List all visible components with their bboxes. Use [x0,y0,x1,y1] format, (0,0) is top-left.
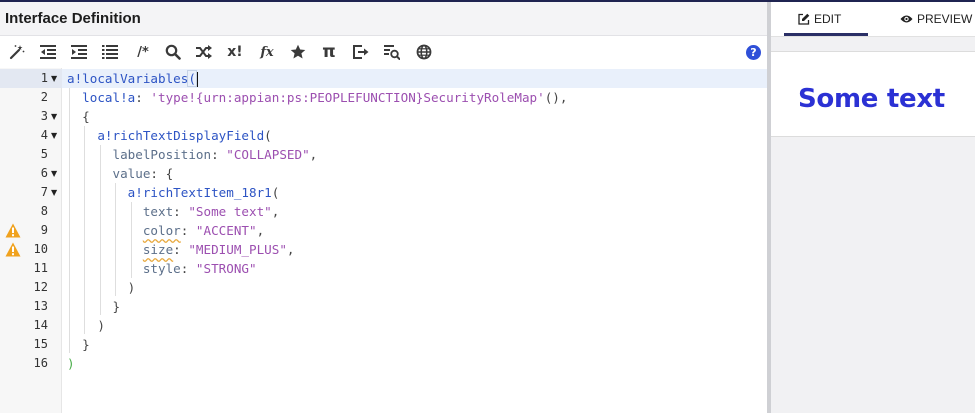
code-line-12: ) [127,280,136,295]
line-number: 4 [40,128,48,142]
line-number: 2 [40,90,48,104]
code-line-1: a!localVariables( [67,70,198,87]
line-number: 14 [33,318,48,332]
tab-preview[interactable]: PREVIEW [900,2,972,36]
align-lines-icon[interactable] [100,42,120,62]
outdent-icon[interactable] [38,42,58,62]
panel-title: Interface Definition [5,10,141,27]
fold-toggle-icon[interactable]: ▼ [51,183,61,202]
interface-definition-panel: Interface Definition /* x! fx π ? 1 2 3 … [0,2,767,413]
preview-rich-text: Some text [798,84,945,114]
code-line-7: a!richTextItem_18r1( [127,185,280,200]
code-line-8: text: "Some text", [142,204,280,219]
line-number: 6 [40,166,48,180]
query-icon[interactable] [382,42,402,62]
code-editor[interactable]: 1 2 3 4 5 6 7 8 9 10 11 12 13 14 15 16 ▼… [0,68,767,413]
code-line-14: ) [97,318,105,333]
shuffle-icon[interactable] [194,42,214,62]
help-icon[interactable]: ? [746,45,761,60]
tab-edit[interactable]: EDIT [798,2,841,36]
code-line-2: local!a: 'type!{urn:appian:ps:PEOPLEFUNC… [82,90,568,105]
editor-toolbar: /* x! fx π ? [0,37,767,68]
code-line-4: a!richTextDisplayField( [97,128,272,143]
code-line-16: ) [67,356,75,371]
line-number: 12 [33,280,48,294]
preview-card: Some text [771,51,975,137]
code-line-9: color: "ACCENT", [142,223,265,238]
tab-edit-label: EDIT [814,12,842,26]
line-number: 15 [33,337,48,351]
code-line-13: } [112,299,121,314]
star-icon[interactable] [288,42,308,62]
line-number: 3 [40,109,48,123]
panel-header: Interface Definition [0,2,767,36]
line-number: 11 [33,261,48,275]
view-tabs: EDIT PREVIEW [771,2,975,36]
eye-icon [900,15,913,23]
comment-icon[interactable]: /* [133,42,153,62]
line-number: 16 [33,356,48,370]
search-icon[interactable] [163,42,183,62]
line-number: 7 [40,185,48,199]
export-icon[interactable] [351,42,371,62]
code-line-3: { [82,109,90,124]
preview-panel: EDIT PREVIEW Some text [771,2,975,413]
text-cursor [196,72,198,87]
fold-toggle-icon[interactable]: ▼ [51,126,61,145]
expression-test-icon[interactable]: x! [225,42,245,62]
warning-icon[interactable] [5,242,21,258]
code-line-15: } [82,337,90,352]
function-icon[interactable]: fx [257,42,277,62]
line-number: 5 [40,147,48,161]
code-line-5: labelPosition: "COLLAPSED", [112,147,318,162]
pencil-square-icon [798,13,810,25]
line-number: 13 [33,299,48,313]
code-line-10: size: "MEDIUM_PLUS", [142,242,295,257]
indent-icon[interactable] [69,42,89,62]
tab-preview-label: PREVIEW [917,12,973,26]
code-line-11: style: "STRONG" [142,261,257,276]
tabs-divider [771,36,975,37]
code-line-6: value: { [112,166,174,181]
pi-icon[interactable]: π [319,42,339,62]
line-number: 1 [40,71,48,85]
globe-icon[interactable] [414,42,434,62]
warning-icon[interactable] [5,223,21,239]
fold-toggle-icon[interactable]: ▼ [51,69,61,88]
fold-toggle-icon[interactable]: ▼ [51,164,61,183]
line-number: 8 [40,204,48,218]
fold-toggle-icon[interactable]: ▼ [51,107,61,126]
magic-wand-icon[interactable] [7,42,27,62]
